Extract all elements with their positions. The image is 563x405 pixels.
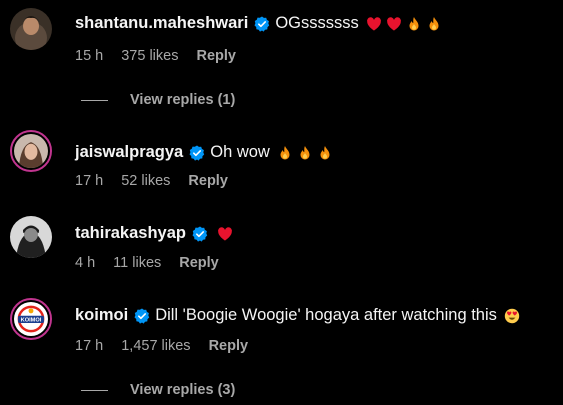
fire-icon	[426, 16, 442, 32]
comment-meta: 4 h 11 likes Reply	[75, 255, 237, 271]
username[interactable]: shantanu.maheshwari	[75, 14, 248, 33]
divider	[81, 99, 108, 101]
verified-badge-icon	[254, 16, 270, 32]
avatar[interactable]	[10, 8, 52, 50]
avatar[interactable]: KOIMOI	[10, 298, 52, 340]
fire-icon	[317, 145, 333, 161]
comment-line: shantanu.maheshwari OGsssssss	[75, 14, 442, 33]
avatar[interactable]	[10, 216, 52, 258]
comment-meta: 15 h 375 likes Reply	[75, 48, 254, 64]
timestamp: 17 h	[75, 173, 104, 189]
likes-count[interactable]: 11 likes	[113, 255, 161, 271]
fire-icon	[406, 16, 422, 32]
heart-icon	[217, 226, 233, 242]
heart-icon	[386, 16, 402, 32]
reply-button[interactable]: Reply	[196, 48, 236, 64]
heart-eyes-icon	[504, 308, 520, 324]
divider	[81, 389, 108, 391]
comment-line: tahirakashyap	[75, 224, 233, 243]
reply-button[interactable]: Reply	[179, 255, 219, 271]
username[interactable]: koimoi	[75, 306, 128, 325]
fire-icon	[297, 145, 313, 161]
reply-button[interactable]: Reply	[188, 173, 228, 189]
view-replies-button[interactable]: View replies (1)	[81, 92, 235, 108]
username[interactable]: jaiswalpragya	[75, 143, 183, 162]
verified-badge-icon	[134, 308, 150, 324]
comment-line: koimoi Dill 'Boogie Woogie' hogaya after…	[75, 306, 520, 325]
comment-text: OGsssssss	[275, 14, 359, 32]
timestamp: 4 h	[75, 255, 96, 271]
verified-badge-icon	[189, 145, 205, 161]
view-replies-label: View replies (1)	[130, 92, 236, 108]
reply-button[interactable]: Reply	[209, 338, 249, 354]
likes-count[interactable]: 52 likes	[121, 173, 170, 189]
comment-line: jaiswalpragya Oh wow	[75, 143, 333, 162]
likes-count[interactable]: 375 likes	[121, 48, 178, 64]
comment-meta: 17 h 1,457 likes Reply	[75, 338, 266, 354]
comment-text: Oh wow	[210, 143, 270, 161]
koimoi-logo-text: KOIMOI	[21, 317, 42, 323]
comment-text: Dill 'Boogie Woogie' hogaya after watchi…	[155, 306, 497, 324]
fire-icon	[277, 145, 293, 161]
avatar[interactable]	[10, 130, 52, 172]
heart-icon	[366, 16, 382, 32]
username[interactable]: tahirakashyap	[75, 224, 186, 243]
comment-meta: 17 h 52 likes Reply	[75, 173, 246, 189]
likes-count[interactable]: 1,457 likes	[121, 338, 190, 354]
view-replies-label: View replies (3)	[130, 382, 236, 398]
timestamp: 17 h	[75, 338, 104, 354]
timestamp: 15 h	[75, 48, 104, 64]
verified-badge-icon	[192, 226, 208, 242]
view-replies-button[interactable]: View replies (3)	[81, 382, 235, 398]
